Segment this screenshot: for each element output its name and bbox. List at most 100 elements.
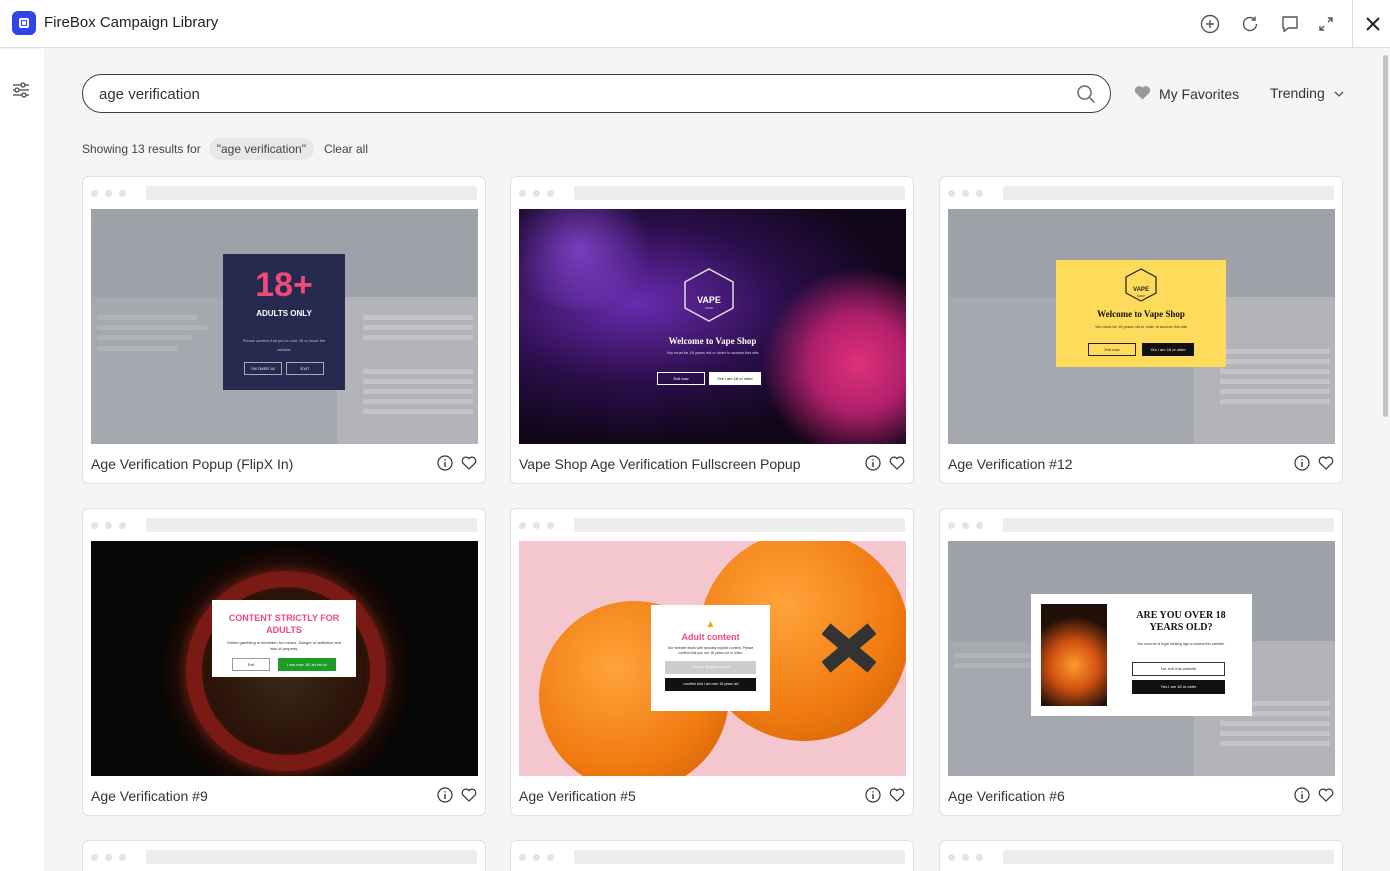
favorite-heart-icon[interactable] — [889, 787, 905, 803]
info-icon[interactable] — [437, 787, 453, 803]
browser-chrome — [91, 185, 477, 201]
template-preview[interactable]: 18+ ADULTS ONLY Please confirm that you'… — [91, 209, 478, 444]
popup-body: Online gambling is forbidden for minors.… — [226, 640, 342, 651]
info-icon[interactable] — [865, 455, 881, 471]
template-card[interactable]: ▲ Adult content Our website deals with s… — [510, 508, 914, 816]
card-title: Age Verification #6 — [948, 788, 1065, 804]
popup-body: Please confirm that you're over 18 or le… — [242, 338, 326, 352]
template-card[interactable]: ARE YOU OVER 18 YEARS OLD? You must be o… — [939, 508, 1343, 816]
heart-icon — [1134, 85, 1151, 103]
search-icon[interactable] — [1076, 84, 1096, 104]
popup-body: You must be of legal drinking age to acc… — [1137, 642, 1225, 646]
favorite-heart-icon[interactable] — [889, 455, 905, 471]
filters-icon[interactable] — [10, 79, 32, 101]
popup-brand-sub: SHOP — [1136, 294, 1146, 298]
template-preview[interactable]: VAPE SHOP Welcome to Vape Shop You must … — [519, 209, 906, 444]
browser-chrome — [91, 517, 477, 533]
my-favorites-button[interactable]: My Favorites — [1134, 85, 1239, 103]
add-circle-icon[interactable] — [1198, 12, 1222, 36]
card-title: Age Verification #9 — [91, 788, 208, 804]
popup-modal: CONTENT STRICTLY FOR ADULTS Online gambl… — [212, 600, 356, 677]
browser-chrome — [948, 517, 1334, 533]
close-icon[interactable] — [1361, 12, 1385, 36]
favorite-heart-icon[interactable] — [1318, 455, 1334, 471]
card-title: Vape Shop Age Verification Fullscreen Po… — [519, 456, 801, 472]
template-card[interactable] — [82, 840, 486, 871]
popup-modal: VAPE SHOP Welcome to Vape Shop You must … — [1056, 260, 1226, 367]
scrollbar-thumb[interactable] — [1383, 55, 1388, 417]
query-chip[interactable]: "age verification" — [208, 138, 314, 160]
results-bar: Showing 13 results for "age verification… — [82, 137, 368, 161]
template-preview[interactable]: VAPE SHOP Welcome to Vape Shop You must … — [948, 209, 1335, 444]
title-bar-divider — [1352, 0, 1353, 48]
popup-brand-sub: SHOP — [704, 306, 714, 310]
popup-modal: 18+ ADULTS ONLY Please confirm that you'… — [223, 254, 345, 390]
template-card[interactable]: VAPE SHOP Welcome to Vape Shop You must … — [939, 176, 1343, 484]
popup-headline: Welcome to Vape Shop — [1097, 309, 1185, 319]
popup-modal: ARE YOU OVER 18 YEARS OLD? You must be o… — [1031, 594, 1252, 716]
info-icon[interactable] — [1294, 787, 1310, 803]
info-icon[interactable] — [865, 787, 881, 803]
cocktail-image — [1041, 604, 1107, 706]
results-count: Showing 13 results for — [82, 142, 201, 156]
firebox-logo-icon — [12, 11, 36, 35]
popup-body: You must be 18 years old or older to acc… — [1094, 324, 1188, 329]
template-preview[interactable]: CONTENT STRICTLY FOR ADULTS Online gambl… — [91, 541, 478, 776]
title-bar: FireBox Campaign Library — [0, 0, 1390, 48]
template-card[interactable]: CONTENT STRICTLY FOR ADULTS Online gambl… — [82, 508, 486, 816]
popup-headline: 18+ — [255, 266, 313, 304]
scrollbar[interactable] — [1381, 49, 1390, 871]
popup-headline: ARE YOU OVER 18 YEARS OLD? — [1136, 610, 1226, 633]
browser-chrome — [948, 849, 1334, 865]
browser-chrome — [91, 849, 477, 865]
popup-button-exit: Exit now — [657, 372, 705, 385]
template-card[interactable]: 18+ ADULTS ONLY Please confirm that you'… — [82, 176, 486, 484]
popup-button-confirm: I'M OVER 18 — [244, 362, 282, 375]
fullscreen-icon[interactable] — [1314, 12, 1338, 36]
template-preview[interactable]: ▲ Adult content Our website deals with s… — [519, 541, 906, 776]
browser-chrome — [519, 185, 905, 201]
sort-dropdown[interactable]: Trending — [1270, 85, 1345, 101]
popup-button-exit: EXIT — [286, 362, 324, 375]
info-icon[interactable] — [1294, 455, 1310, 471]
popup-brand: VAPE — [1133, 287, 1149, 293]
template-card[interactable] — [939, 840, 1343, 871]
favorite-heart-icon[interactable] — [461, 787, 477, 803]
browser-chrome — [519, 849, 905, 865]
popup-button-exit: Exit — [232, 658, 270, 671]
popup-button-confirm: Yes I am 18 or older — [1132, 680, 1225, 694]
popup-headline: CONTENT STRICTLY FOR ADULTS — [228, 613, 340, 635]
browser-chrome — [948, 185, 1334, 201]
popup-body: Our website deals with sexually explicit… — [667, 646, 754, 655]
chevron-down-icon — [1333, 85, 1345, 101]
popup-button-confirm: Yes I am 18 or older — [1142, 343, 1194, 356]
refresh-icon[interactable] — [1238, 12, 1262, 36]
left-rail — [0, 49, 44, 871]
search-box — [82, 74, 1111, 113]
popup-body: You must be 18 years old or older to acc… — [666, 350, 759, 355]
browser-chrome — [519, 517, 905, 533]
info-icon[interactable] — [437, 455, 453, 471]
clear-all-link[interactable]: Clear all — [324, 142, 368, 156]
card-title: Age Verification #5 — [519, 788, 636, 804]
template-preview[interactable]: ARE YOU OVER 18 YEARS OLD? You must be o… — [948, 541, 1335, 776]
favorite-heart-icon[interactable] — [461, 455, 477, 471]
popup-button-exit: No, exit this website — [1132, 662, 1225, 676]
popup-headline: Welcome to Vape Shop — [668, 336, 757, 346]
search-input[interactable] — [99, 83, 1059, 105]
template-card[interactable]: VAPE SHOP Welcome to Vape Shop You must … — [510, 176, 914, 484]
my-favorites-label: My Favorites — [1159, 86, 1240, 102]
popup-headline: Adult content — [681, 632, 740, 642]
sort-label: Trending — [1270, 85, 1325, 101]
popup-subhead: ADULTS ONLY — [256, 309, 312, 318]
popup-button-confirm: I am over 18, let me in — [278, 658, 336, 671]
feedback-icon[interactable] — [1278, 12, 1302, 36]
template-card[interactable] — [510, 840, 914, 871]
warning-icon: ▲ — [705, 619, 716, 630]
card-title: Age Verification #12 — [948, 456, 1073, 472]
popup-brand: VAPE — [697, 295, 721, 305]
favorite-heart-icon[interactable] — [1318, 787, 1334, 803]
card-title: Age Verification Popup (FlipX In) — [91, 456, 294, 472]
popup-button-exit: I am not 18 years old yet — [665, 661, 756, 674]
popup-button-exit: Exit now — [1088, 343, 1136, 356]
